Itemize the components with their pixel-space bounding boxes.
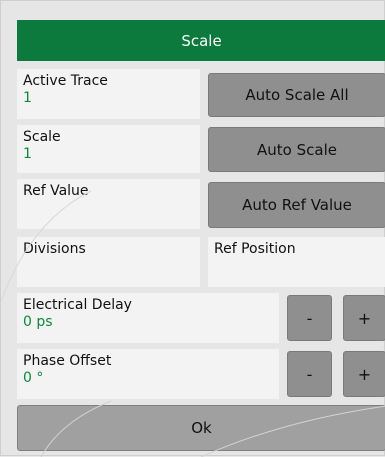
auto-ref-value-button[interactable]: Auto Ref Value [208,182,385,228]
ref-value-label: Ref Value [23,183,89,199]
ref-position-label: Ref Position [214,241,296,257]
phase-offset-decrement-button[interactable]: - [287,351,332,397]
ref-value-field[interactable]: Ref Value [17,179,200,229]
phase-offset-increment-button[interactable]: + [343,351,385,397]
phase-offset-label: Phase Offset [23,353,112,369]
auto-scale-all-label: Auto Scale All [245,86,349,104]
electrical-delay-field[interactable]: Electrical Delay 0 ps [17,293,279,343]
active-trace-label: Active Trace [23,73,108,89]
electrical-delay-value: 0 ps [23,314,53,330]
scale-dialog: Scale Active Trace 1 Auto Scale All Scal… [0,0,385,457]
auto-scale-button[interactable]: Auto Scale [208,127,385,172]
minus-label: - [306,364,313,384]
auto-scale-all-button[interactable]: Auto Scale All [208,73,385,117]
electrical-delay-decrement-button[interactable]: - [287,295,332,341]
minus-label: - [306,308,313,328]
active-trace-field[interactable]: Active Trace 1 [17,69,200,119]
dialog-title-bar: Scale [17,20,385,61]
scale-field[interactable]: Scale 1 [17,125,200,173]
phase-offset-value: 0 ° [23,370,44,386]
electrical-delay-increment-button[interactable]: + [343,295,385,341]
ref-position-field[interactable]: Ref Position [208,237,385,287]
scale-value: 1 [23,146,32,162]
active-trace-value: 1 [23,90,32,106]
ok-label: Ok [191,419,212,437]
scale-label: Scale [23,129,61,145]
plus-label: + [357,364,372,384]
plus-label: + [357,308,372,328]
divisions-label: Divisions [23,241,86,257]
auto-scale-label: Auto Scale [257,140,337,159]
electrical-delay-label: Electrical Delay [23,297,132,313]
divisions-field[interactable]: Divisions [17,237,200,287]
auto-ref-value-label: Auto Ref Value [242,196,352,214]
phase-offset-field[interactable]: Phase Offset 0 ° [17,349,279,399]
dialog-title: Scale [181,31,222,50]
ok-button[interactable]: Ok [17,405,385,451]
